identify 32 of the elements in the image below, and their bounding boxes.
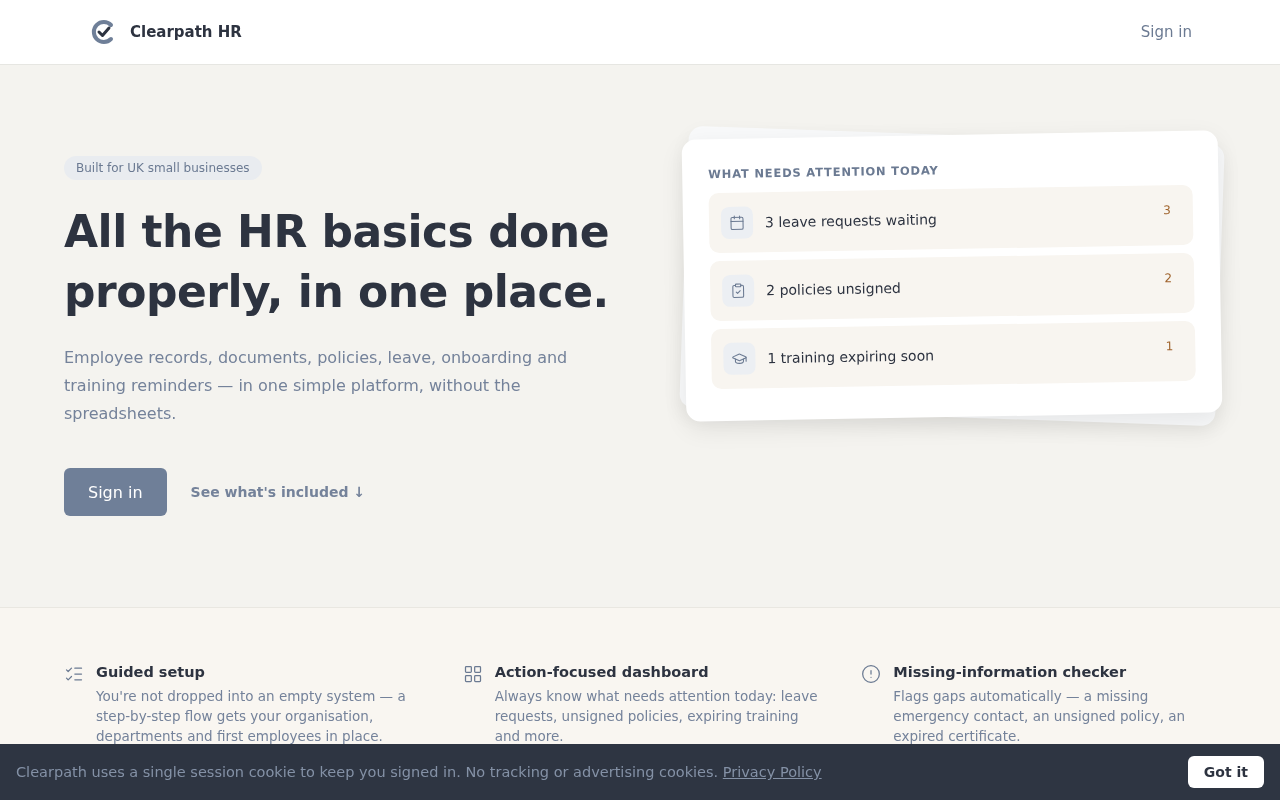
alert-circle-icon [861, 664, 882, 684]
sign-in-button[interactable]: Sign in [64, 468, 167, 516]
attention-item[interactable]: 1 training expiring soon 1 [710, 320, 1196, 390]
item-label: 3 leave requests waiting [764, 210, 938, 231]
see-included-link[interactable]: See what's included ↓ [190, 484, 366, 500]
feature-title: Guided setup [96, 664, 206, 680]
audience-badge: Built for UK small businesses [64, 156, 262, 180]
feature-text: Flags gaps automatically — a missing emergency contact, an unsigned policy, an expired certificate. [893, 687, 1187, 746]
feature-title: Missing-information checker [893, 664, 1128, 680]
logo-icon [90, 19, 116, 45]
attention-item[interactable]: 2 policies unsigned 2 [709, 252, 1195, 322]
sign-in-link[interactable]: Sign in [1140, 23, 1192, 41]
item-count: 1 [1164, 339, 1175, 354]
cookie-text: Clearpath uses a single session cookie to keep you signed in. No tracking or advertising cookies. Privacy Policy [16, 764, 822, 780]
hero-title: All the HR basics done properly, in one place. [64, 205, 609, 319]
hero-subtitle: Employee records, documents, policies, leave, onboarding and training reminders — in one simple platform, without the spreadsheets. [64, 347, 569, 425]
attention-item[interactable]: 3 leave requests waiting 3 [708, 184, 1194, 254]
feature-text: Always know what needs attention today: leave requests, unsigned policies, expiring training and more. [494, 687, 819, 746]
got-it-button[interactable]: Got it [1187, 756, 1264, 788]
brand-name: Clearpath HR [130, 23, 242, 41]
item-label: 1 training expiring soon [767, 346, 936, 367]
graduation-cap-icon [723, 342, 756, 375]
feature-title: Action-focused dashboard [494, 664, 710, 680]
item-label: 2 policies unsigned [766, 278, 903, 299]
item-count: 2 [1163, 271, 1174, 286]
privacy-link[interactable]: Privacy Policy [722, 764, 822, 780]
item-count: 3 [1162, 203, 1172, 218]
calendar-icon [720, 206, 754, 239]
feature-text: You're not dropped into an empty system — a step-by-step flow gets your organisation, departments and first employees in place. [96, 687, 407, 746]
clipboard-check-icon [721, 274, 755, 307]
card-title: WHAT NEEDS ATTENTION TODAY [708, 162, 940, 182]
grid-icon [462, 664, 483, 684]
